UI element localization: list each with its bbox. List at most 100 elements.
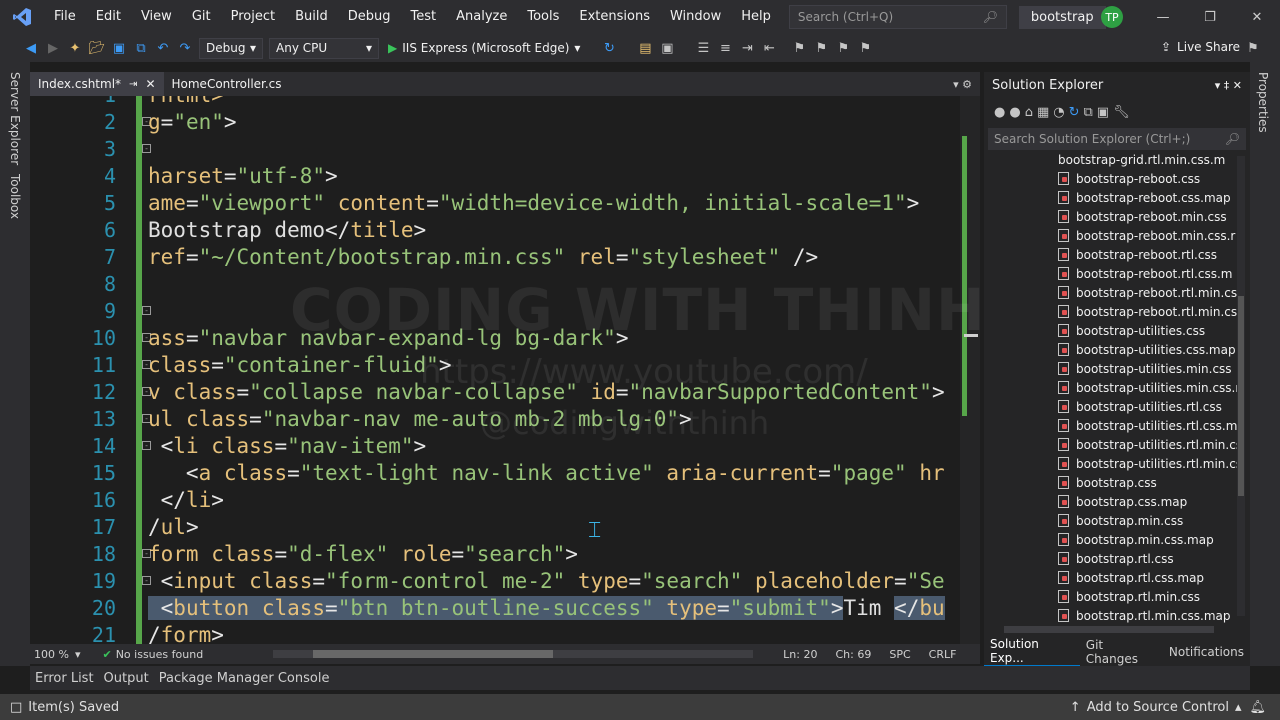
panel-controls-icon[interactable]: ▾ ‡ ✕ <box>1215 79 1242 92</box>
tab-homecontroller-cs[interactable]: HomeController.cs <box>164 72 290 96</box>
refresh-icon[interactable]: ↻ <box>598 37 620 59</box>
file-tree-item[interactable]: bootstrap.css <box>1058 473 1157 492</box>
file-tree-item[interactable]: bootstrap-reboot.css <box>1058 169 1200 188</box>
code-line[interactable]: 7 ref="~/Content/bootstrap.min.css" rel="… <box>30 244 980 271</box>
uncomment-icon[interactable]: ≡ <box>714 37 736 59</box>
tab-git-changes[interactable]: Git Changes <box>1080 638 1163 666</box>
file-tree-item[interactable]: bootstrap.rtl.css.map <box>1058 568 1204 587</box>
file-tree-item[interactable]: bootstrap.rtl.css <box>1058 549 1174 568</box>
indent-icon[interactable]: ⇥ <box>736 37 758 59</box>
menu-item-window[interactable]: Window <box>660 0 731 34</box>
whitespace-mode[interactable]: SPC <box>889 648 910 661</box>
redo-icon[interactable]: ↷ <box>174 37 196 59</box>
clear-bookmarks-icon[interactable]: ⚑ <box>854 37 876 59</box>
comment-icon[interactable]: ☰ <box>692 37 714 59</box>
switch-views-icon[interactable]: ▦ <box>1037 105 1049 120</box>
code-line[interactable]: 20 <button class="btn btn-outline-succes… <box>30 595 980 622</box>
close-icon[interactable]: ✕ <box>145 77 155 91</box>
file-tree-item[interactable]: bootstrap-reboot.rtl.css <box>1058 245 1217 264</box>
line-ending[interactable]: CRLF <box>929 648 957 661</box>
file-tree-item[interactable]: bootstrap.rtl.min.css <box>1058 587 1200 606</box>
menu-item-project[interactable]: Project <box>221 0 285 34</box>
toolbox-tab[interactable]: Toolbox <box>8 174 22 219</box>
tab-output[interactable]: Output <box>99 671 154 686</box>
tab-error-list[interactable]: Error List <box>30 671 99 686</box>
undo-icon[interactable]: ↶ <box>152 37 174 59</box>
code-line[interactable]: 19- <input class="form-control me-2" typ… <box>30 568 980 595</box>
code-line[interactable]: 4 harset="utf-8"> <box>30 163 980 190</box>
code-line[interactable]: 18- form class="d-flex" role="search"> <box>30 541 980 568</box>
search-box[interactable]: Search (Ctrl+Q) 🔎︎ <box>788 5 1007 29</box>
live-share-button[interactable]: ⇪ Live Share <box>1161 40 1240 54</box>
menu-item-test[interactable]: Test <box>401 0 447 34</box>
file-tree-item[interactable]: bootstrap.min.css <box>1058 511 1183 530</box>
menu-item-edit[interactable]: Edit <box>86 0 131 34</box>
home-icon[interactable]: ⌂ <box>1025 105 1033 120</box>
back-icon[interactable]: ● <box>994 105 1005 120</box>
menu-item-analyze[interactable]: Analyze <box>446 0 517 34</box>
file-tree-item[interactable]: bootstrap-grid.rtl.min.css.m <box>1058 150 1225 169</box>
tab-index-cshtml[interactable]: Index.cshtml* ⇥ ✕ <box>30 72 164 96</box>
code-line[interactable]: 3- <box>30 136 980 163</box>
scrollbar-thumb[interactable] <box>313 650 554 658</box>
configuration-combo[interactable]: Debug ▾ <box>199 37 263 59</box>
code-line[interactable]: 1 rhtml> <box>30 96 980 109</box>
platform-combo[interactable]: Any CPU ▾ <box>269 37 379 59</box>
tab-solution-explorer[interactable]: Solution Exp... <box>984 637 1080 667</box>
avatar[interactable]: TP <box>1101 6 1123 28</box>
visual-studio-logo-icon[interactable] <box>0 0 44 34</box>
bookmark-icon[interactable]: ⚑ <box>788 37 810 59</box>
file-tree-item[interactable]: bootstrap-reboot.rtl.min.cs <box>1058 283 1237 302</box>
horizontal-scrollbar[interactable] <box>273 650 754 658</box>
code-line[interactable]: 15 <a class="text-light nav-link active"… <box>30 460 980 487</box>
file-tree-item[interactable]: bootstrap-reboot.rtl.min.cs <box>1058 302 1237 321</box>
file-tree-item[interactable]: bootstrap-utilities.rtl.css <box>1058 397 1222 416</box>
maximize-icon[interactable]: ❐ <box>1187 0 1233 34</box>
collapse-all-icon[interactable]: ⧉ <box>1084 105 1093 120</box>
tree-scrollbar[interactable] <box>1237 156 1245 616</box>
pin-icon[interactable]: ⇥ <box>129 79 137 90</box>
open-folder-icon[interactable]: 📂︎ <box>86 37 108 59</box>
tree-horizontal-scrollbar[interactable] <box>1004 626 1214 633</box>
save-icon[interactable]: ▣ <box>108 37 130 59</box>
minimize-icon[interactable]: — <box>1140 0 1186 34</box>
show-all-files-icon[interactable]: ▣ <box>1097 105 1109 120</box>
fold-toggle-icon[interactable]: - <box>142 306 151 315</box>
file-tree-item[interactable]: bootstrap-reboot.min.css.r <box>1058 226 1235 245</box>
scrollbar-thumb[interactable] <box>1238 296 1244 496</box>
menu-item-debug[interactable]: Debug <box>338 0 401 34</box>
file-tree-item[interactable]: bootstrap-utilities.css.map <box>1058 340 1236 359</box>
menu-item-file[interactable]: File <box>44 0 86 34</box>
file-tree-item[interactable]: bootstrap-utilities.css <box>1058 321 1205 340</box>
properties-tab[interactable]: Properties <box>1256 72 1270 133</box>
code-line[interactable]: 21/form> <box>30 622 980 644</box>
code-line[interactable]: 16 </li> <box>30 487 980 514</box>
tab-overflow-icon[interactable]: ▾ ⚙ <box>953 78 972 91</box>
folder-icon[interactable]: ▤ <box>634 37 656 59</box>
sync-icon[interactable]: ↻ <box>1069 105 1080 120</box>
menu-item-view[interactable]: View <box>131 0 182 34</box>
menu-item-git[interactable]: Git <box>182 0 221 34</box>
pending-changes-icon[interactable]: ◔ <box>1053 105 1064 120</box>
tab-package-manager-console[interactable]: Package Manager Console <box>154 671 335 686</box>
menu-item-extensions[interactable]: Extensions <box>569 0 660 34</box>
file-tree-item[interactable]: bootstrap.rtl.min.css.map <box>1058 606 1231 625</box>
zoom-level[interactable]: 100 % <box>34 648 69 661</box>
chevron-up-icon[interactable]: ▴ <box>1235 700 1242 715</box>
save-all-icon[interactable]: ⧉ <box>130 37 152 59</box>
code-line[interactable]: 2- g="en"> <box>30 109 980 136</box>
code-line[interactable]: 5 ame="viewport" content="width=device-wi… <box>30 190 980 217</box>
fold-toggle-icon[interactable]: - <box>142 144 151 153</box>
file-tree-item[interactable]: bootstrap-utilities.rtl.min.cs <box>1058 435 1242 454</box>
forward-icon[interactable]: ▶ <box>42 37 64 59</box>
file-tree-item[interactable]: bootstrap-utilities.min.css <box>1058 359 1232 378</box>
issues-status[interactable]: No issues found <box>116 648 203 661</box>
code-editor[interactable]: 1rhtml>2-g="en">3-4harset="utf-8">5ame="… <box>30 96 980 644</box>
add-to-source-control[interactable]: Add to Source Control <box>1087 700 1229 715</box>
feedback-icon[interactable]: ⚑ <box>1242 37 1264 59</box>
file-tree-item[interactable]: bootstrap.min.css.map <box>1058 530 1214 549</box>
file-tree-item[interactable]: bootstrap-reboot.rtl.css.m <box>1058 264 1232 283</box>
file-tree-item[interactable]: bootstrap-reboot.min.css <box>1058 207 1227 226</box>
file-tree-item[interactable]: bootstrap-utilities.rtl.css.m <box>1058 416 1237 435</box>
browser-link-icon[interactable]: ▣ <box>656 37 678 59</box>
